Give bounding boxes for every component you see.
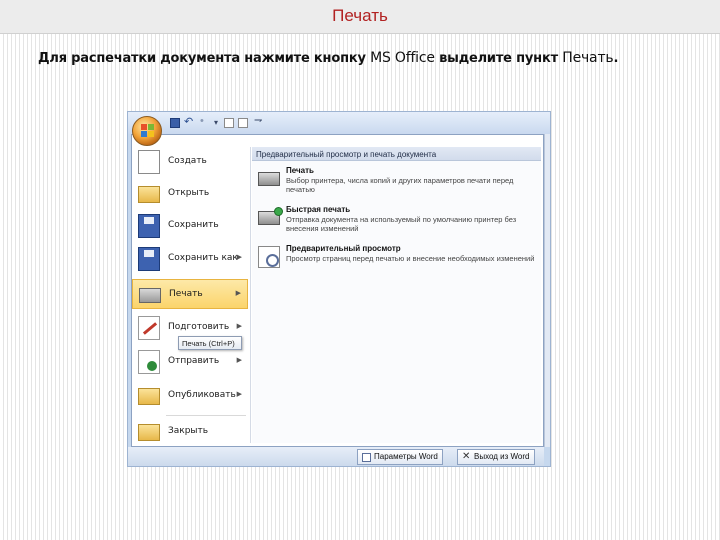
options-icon: [362, 453, 371, 462]
menu-item-label: Печать: [169, 289, 203, 299]
subtitle-part-4: Печать: [562, 50, 614, 66]
menu-item-label: Открыть: [168, 188, 210, 198]
menu-item-save[interactable]: Сохранить: [132, 211, 248, 241]
print-preview-icon: [258, 246, 280, 268]
word-screenshot: ↶ • ▾ ⇁ Создать Открыть Сохранить Сохран…: [127, 111, 551, 467]
redo-icon[interactable]: •: [200, 115, 210, 127]
menu-item-close[interactable]: Закрыть: [132, 417, 248, 447]
option-print[interactable]: Печать Выбор принтера, числа копий и дру…: [252, 165, 541, 201]
exit-word-label: Выход из Word: [474, 452, 530, 461]
subtitle-part-3: выделите пункт: [434, 51, 563, 66]
menu-item-label: Сохранить: [168, 220, 219, 230]
print-options-panel: Предварительный просмотр и печать докуме…: [252, 147, 541, 443]
menu-item-send[interactable]: Отправить ▶: [132, 347, 248, 377]
office-logo-icon: [141, 124, 154, 137]
menu-footer: Параметры Word ✕ Выход из Word: [128, 447, 544, 466]
slide-header: Печать: [0, 0, 720, 34]
chevron-right-icon: ▶: [236, 254, 242, 261]
prepare-icon: [138, 316, 160, 340]
folder-icon: [138, 186, 160, 203]
menu-item-label: Опубликовать: [168, 390, 236, 400]
slide-subtitle: Для распечатки документа нажмите кнопку …: [38, 50, 698, 66]
word-titlebar: ↶ • ▾ ⇁: [128, 112, 550, 134]
undo-icon[interactable]: ↶: [184, 115, 196, 128]
subtitle-part-2: MS Office: [370, 50, 435, 66]
option-title: Предварительный просмотр: [286, 244, 401, 253]
slide-title: Печать: [332, 6, 388, 25]
office-button[interactable]: [132, 116, 162, 146]
exit-word-button[interactable]: ✕ Выход из Word: [457, 449, 535, 465]
open-icon[interactable]: [238, 118, 248, 128]
save-icon: [138, 214, 160, 238]
menu-item-label: Сохранить как: [168, 253, 238, 263]
printer-icon: [139, 288, 161, 303]
menu-item-label: Закрыть: [168, 426, 209, 436]
new-doc-icon[interactable]: [224, 118, 234, 128]
scrollbar[interactable]: [544, 134, 550, 447]
word-options-label: Параметры Word: [374, 452, 438, 461]
printer-icon: [258, 172, 280, 186]
menu-item-new[interactable]: Создать: [132, 147, 248, 177]
office-menu: Создать Открыть Сохранить Сохранить как …: [131, 134, 544, 447]
option-desc: Просмотр страниц перед печатью и внесени…: [286, 254, 535, 263]
menu-item-open[interactable]: Открыть: [132, 179, 248, 209]
subtitle-part-5: .: [613, 51, 619, 66]
chevron-right-icon: ▶: [236, 357, 242, 364]
close-folder-icon: [138, 424, 160, 441]
new-doc-icon: [138, 150, 160, 174]
print-tooltip: Печать (Ctrl+P): [178, 336, 242, 350]
option-desc: Отправка документа на используемый по ум…: [286, 215, 517, 233]
menu-item-save-as[interactable]: Сохранить как ▶: [132, 244, 248, 274]
save-icon[interactable]: [170, 118, 180, 128]
send-icon: [138, 350, 160, 374]
menu-item-label: Отправить: [168, 356, 220, 366]
panel-header: Предварительный просмотр и печать докуме…: [252, 147, 541, 161]
office-menu-commands: Создать Открыть Сохранить Сохранить как …: [132, 145, 248, 445]
option-title: Печать: [286, 166, 314, 175]
close-icon: ✕: [462, 451, 471, 462]
menu-item-label: Создать: [168, 156, 207, 166]
save-as-icon: [138, 247, 160, 271]
option-desc: Выбор принтера, числа копий и других пар…: [286, 176, 514, 194]
option-quick-print[interactable]: Быстрая печать Отправка документа на исп…: [252, 204, 541, 240]
menu-divider: [166, 415, 246, 416]
chevron-down-icon[interactable]: ▾: [214, 118, 224, 128]
chevron-right-icon: ▶: [236, 323, 242, 330]
publish-icon: [138, 388, 160, 405]
chevron-right-icon: ▶: [236, 391, 242, 398]
menu-item-publish[interactable]: Опубликовать ▶: [132, 381, 248, 411]
menu-item-print[interactable]: Печать ▶: [132, 279, 248, 309]
option-title: Быстрая печать: [286, 205, 351, 214]
option-print-preview[interactable]: Предварительный просмотр Просмотр страни…: [252, 243, 541, 279]
subtitle-part-1: Для распечатки документа нажмите кнопку: [38, 51, 371, 66]
menu-divider-vertical: [250, 147, 251, 443]
quick-print-icon: [258, 207, 283, 225]
chevron-right-icon: ▶: [235, 290, 241, 297]
customize-icon[interactable]: ⇁: [254, 115, 264, 126]
word-options-button[interactable]: Параметры Word: [357, 449, 443, 465]
menu-item-label: Подготовить: [168, 322, 230, 332]
